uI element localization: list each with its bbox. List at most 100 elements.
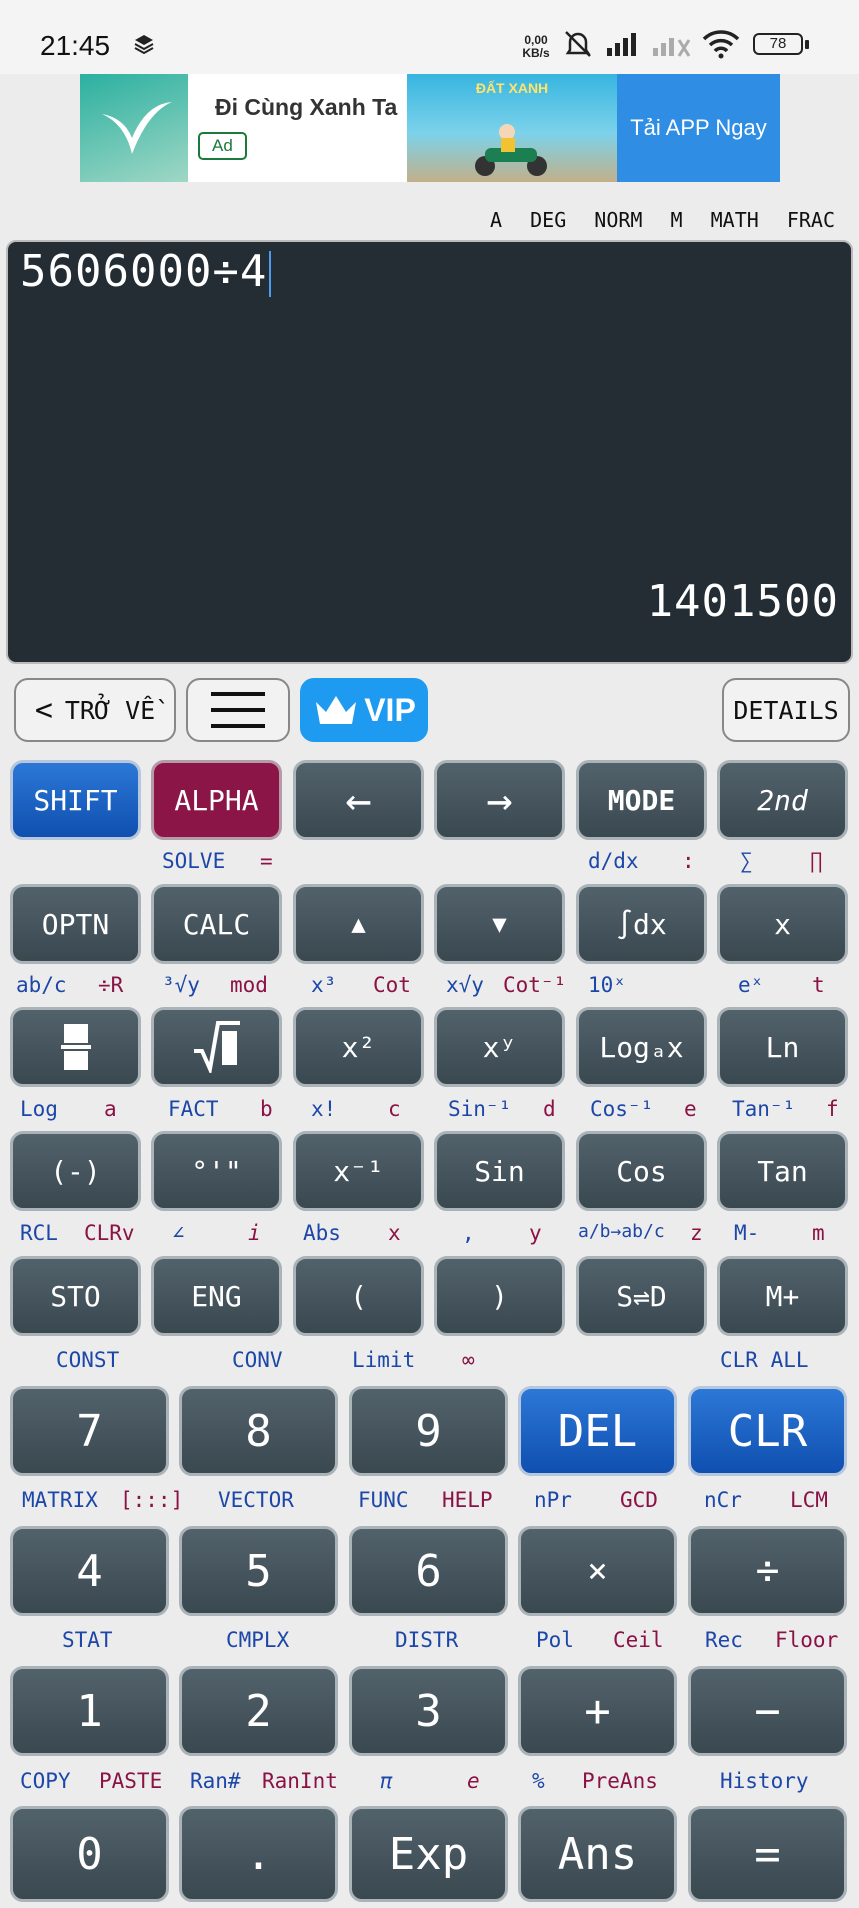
ln-key[interactable]: Ln (717, 1007, 848, 1087)
alpha-label-e-constant: e (467, 1769, 480, 1793)
digit-0-key[interactable]: 0 (10, 1806, 169, 1902)
digit-6-key[interactable]: 6 (349, 1526, 508, 1616)
mode-indicator: FRAC (786, 208, 835, 232)
digit-4-key[interactable]: 4 (10, 1526, 169, 1616)
eng-key[interactable]: ENG (151, 1256, 282, 1336)
shift-label-history: History (720, 1769, 809, 1793)
alpha-label-a: a (104, 1097, 117, 1121)
minus-key[interactable]: − (688, 1666, 847, 1756)
layers-icon (130, 26, 158, 62)
details-button[interactable]: DETAILS (722, 678, 850, 742)
multiply-key[interactable]: × (518, 1526, 677, 1616)
alpha-key[interactable]: ALPHA (151, 760, 282, 840)
digit-5-key[interactable]: 5 (179, 1526, 338, 1616)
back-button[interactable]: < TRỞ VỀ (14, 678, 176, 742)
details-label: DETAILS (733, 695, 839, 725)
variable-x-key[interactable]: x (717, 884, 848, 964)
shift-label-mixed-fraction: ab/c (16, 973, 67, 997)
chevron-left-icon: < (34, 692, 53, 728)
negative-key[interactable]: (-) (10, 1131, 141, 1211)
digit-2-key[interactable]: 2 (179, 1666, 338, 1756)
alpha-label-matrix-editor: [:::] (120, 1488, 184, 1512)
mode-indicator: NORM (594, 208, 643, 232)
second-key[interactable]: 2nd (717, 760, 848, 840)
cursor-down-key[interactable]: ▼ (434, 884, 565, 964)
shift-label-ncr: nCr (704, 1488, 742, 1512)
plus-key[interactable]: + (518, 1666, 677, 1756)
battery-icon: 78 (752, 26, 810, 62)
menu-button[interactable] (186, 678, 290, 742)
alpha-label-f: f (826, 1097, 839, 1121)
alpha-label-i: i (248, 1221, 261, 1245)
alpha-label-lcm: LCM (790, 1488, 828, 1512)
ad-cta-button[interactable]: Tải APP Ngay (617, 74, 780, 182)
cursor-left-key[interactable]: ← (293, 760, 424, 840)
tan-key[interactable]: Tan (717, 1131, 848, 1211)
digit-3-key[interactable]: 3 (349, 1666, 508, 1756)
power-key[interactable]: xʸ (434, 1007, 565, 1087)
exp-key[interactable]: Exp (349, 1806, 508, 1902)
alpha-label-mod: mod (230, 973, 268, 997)
calc-key[interactable]: CALC (151, 884, 282, 964)
alpha-label-equals: = (260, 849, 273, 873)
reciprocal-key[interactable]: x⁻¹ (293, 1131, 424, 1211)
shift-label-arctan: Tan⁻¹ (732, 1097, 796, 1121)
shift-label-clr-all: CLR ALL (720, 1348, 809, 1372)
shift-label-solve: SOLVE (162, 849, 226, 873)
calculator-display[interactable]: 5606000÷4 1401500 (6, 240, 853, 664)
alpha-label-d: d (543, 1097, 556, 1121)
fraction-key[interactable] (10, 1007, 141, 1087)
signal-icon (604, 26, 644, 62)
alpha-label-divide-remainder: ÷R (98, 973, 124, 997)
shift-label-pol: Pol (536, 1628, 574, 1652)
mode-indicator: A (490, 208, 503, 232)
mode-key[interactable]: MODE (576, 760, 707, 840)
m-plus-key[interactable]: M+ (717, 1256, 848, 1336)
close-paren-key[interactable]: ) (434, 1256, 565, 1336)
status-bar: 21:45 0,00 KB/s 78 (0, 0, 859, 74)
clr-key[interactable]: CLR (688, 1386, 847, 1476)
optn-key[interactable]: OPTN (10, 884, 141, 964)
alpha-label-m: m (812, 1221, 825, 1245)
alpha-label-arccot: Cot⁻¹ (503, 973, 567, 997)
cursor-right-key[interactable]: → (434, 760, 565, 840)
shift-label-log: Log (20, 1097, 58, 1121)
cursor-up-key[interactable]: ▲ (293, 884, 424, 964)
shift-key[interactable]: SHIFT (10, 760, 141, 840)
ad-badge: Ad (198, 132, 247, 160)
square-key[interactable]: x² (293, 1007, 424, 1087)
alpha-label-paste: PASTE (99, 1769, 163, 1793)
cos-key[interactable]: Cos (576, 1131, 707, 1211)
square-root-key[interactable] (151, 1007, 282, 1087)
open-paren-key[interactable]: ( (293, 1256, 424, 1336)
digit-1-key[interactable]: 1 (10, 1666, 169, 1756)
s-to-d-key[interactable]: S⇌D (576, 1256, 707, 1336)
ad-banner[interactable]: Đi Cùng Xanh Ta Ad ĐẤT XANH Tải APP Ngay (80, 74, 780, 182)
alpha-label-x: x (388, 1221, 401, 1245)
sto-key[interactable]: STO (10, 1256, 141, 1336)
del-key[interactable]: DEL (518, 1386, 677, 1476)
digit-9-key[interactable]: 9 (349, 1386, 508, 1476)
arrow-right-icon: → (486, 774, 513, 826)
digit-8-key[interactable]: 8 (179, 1386, 338, 1476)
degrees-minutes-seconds-key[interactable]: °'" (151, 1131, 282, 1211)
vip-label: VIP (364, 691, 416, 728)
divide-key[interactable]: ÷ (688, 1526, 847, 1616)
integral-key[interactable]: ∫dx (576, 884, 707, 964)
ad-text: Đi Cùng Xanh Ta (215, 94, 398, 120)
shift-label-ten-power: 10ˣ (588, 973, 626, 997)
digit-7-key[interactable]: 7 (10, 1386, 169, 1476)
equals-key[interactable]: = (688, 1806, 847, 1902)
expression-line[interactable]: 5606000÷4 (20, 246, 272, 297)
text-cursor (269, 251, 272, 297)
shift-label-xth-root: x√y (446, 973, 484, 997)
ad-banner-image: ĐẤT XANH (407, 74, 617, 182)
decimal-point-key[interactable]: . (179, 1806, 338, 1902)
vip-button[interactable]: VIP (300, 678, 428, 742)
alpha-label-colon: : (682, 849, 695, 873)
ans-key[interactable]: Ans (518, 1806, 677, 1902)
shift-label-const: CONST (56, 1348, 120, 1372)
shift-label-cube: x³ (311, 973, 337, 997)
sin-key[interactable]: Sin (434, 1131, 565, 1211)
log-base-key[interactable]: Logₐx (576, 1007, 707, 1087)
